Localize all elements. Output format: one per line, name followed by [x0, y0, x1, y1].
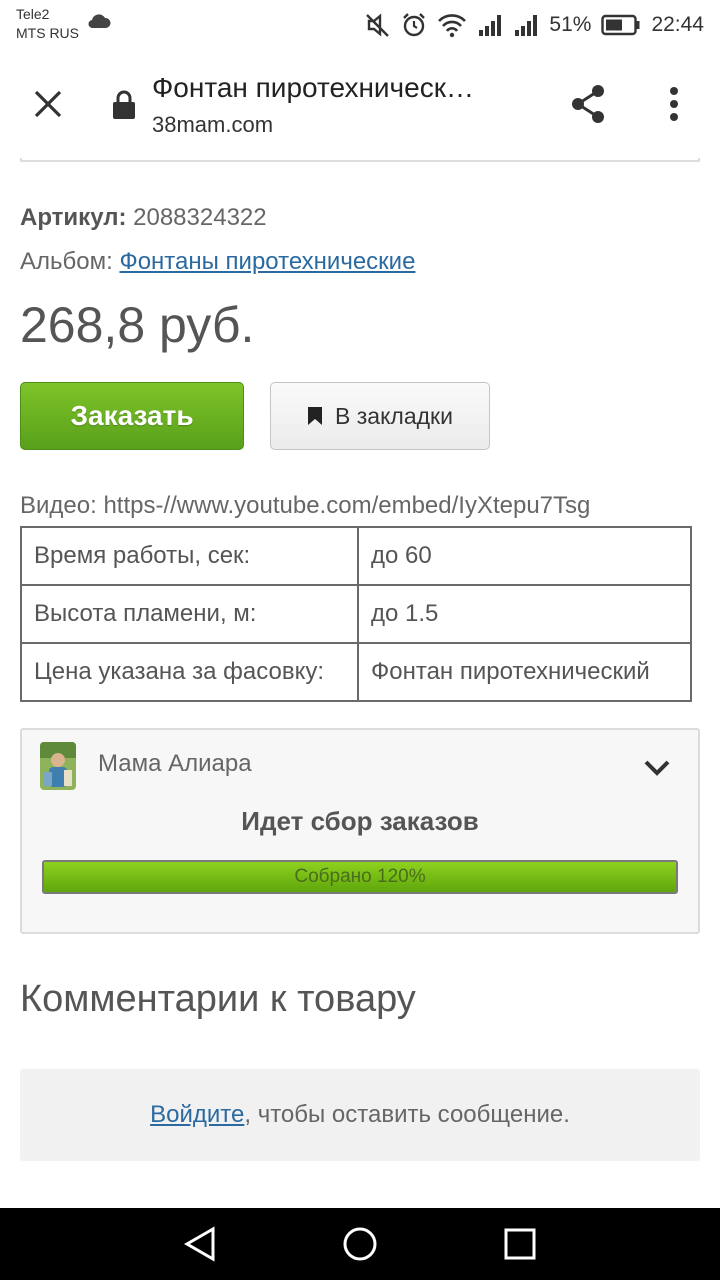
mute-icon [366, 13, 390, 37]
property-key: Время работы, сек: [20, 526, 359, 586]
carrier-info: Tele2 MTS RUS [16, 5, 79, 43]
browser-toolbar: Фонтан пиротехническ… 38mam.com [0, 50, 720, 158]
nav-back-button[interactable] [178, 1222, 222, 1266]
bookmark-button-label: В закладки [335, 402, 453, 429]
page-domain: 38mam.com [152, 112, 274, 137]
page-title: Фонтан пиротехническ… [152, 72, 474, 103]
share-button[interactable] [566, 80, 610, 128]
more-vertical-icon [670, 87, 678, 121]
video-link-text: Видео: https-//www.youtube.com/embed/IyX… [20, 492, 591, 519]
product-price: 268,8 руб. [20, 297, 255, 353]
progress-label: Собрано 120% [294, 866, 426, 887]
property-value: Фонтан пиротехнический [357, 642, 692, 702]
seller-name[interactable]: Мама Алиара [98, 750, 252, 778]
carrier-secondary: MTS RUS [16, 25, 79, 41]
properties-table: Время работы, сек: до 60 Высота пламени,… [20, 526, 692, 702]
property-key: Цена указана за фасовку: [20, 642, 359, 702]
collection-status: Идет сбор заказов [241, 806, 479, 836]
alarm-icon [403, 13, 426, 37]
album-link[interactable]: Фонтаны пиротехнические [119, 248, 415, 275]
bookmark-icon [308, 407, 323, 425]
login-link[interactable]: Войдите [150, 1101, 244, 1129]
previous-block-edge [20, 158, 700, 162]
table-row: Время работы, сек: до 60 [20, 526, 692, 586]
signal-icon-2 [515, 15, 538, 36]
recents-square-icon [504, 1228, 536, 1260]
system-nav-bar [0, 1208, 720, 1280]
status-bar: Tele2 MTS RUS 51% 22:44 [0, 0, 720, 50]
chevron-down-icon[interactable] [642, 756, 672, 780]
battery-icon [601, 14, 640, 36]
share-icon [572, 85, 604, 123]
collection-progress-bar: Собрано 120% [42, 860, 678, 894]
cloud-icon [88, 14, 111, 28]
table-row: Высота пламени, м: до 1.5 [20, 584, 692, 644]
login-prompt-text: , чтобы оставить сообщение. [244, 1101, 570, 1128]
seller-card: Мама Алиара Идет сбор заказов Собрано 12… [20, 728, 700, 934]
article-line: Артикул: 2088324322 [20, 204, 267, 232]
wifi-icon [438, 14, 467, 38]
page-content[interactable]: Артикул: 2088324322 Альбом: Фонтаны пиро… [0, 158, 720, 1208]
clock: 22:44 [651, 13, 704, 36]
carrier-primary: Tele2 [16, 6, 50, 22]
comments-heading: Комментарии к товару [20, 978, 416, 1020]
back-triangle-icon [183, 1226, 215, 1262]
article-label: Артикул: [20, 204, 127, 231]
close-icon [34, 90, 62, 118]
property-key: Высота пламени, м: [20, 584, 359, 644]
table-row: Цена указана за фасовку: Фонтан пиротехн… [20, 642, 692, 702]
bookmark-button[interactable]: В закладки [270, 382, 490, 450]
article-value: 2088324322 [133, 204, 267, 231]
album-line: Альбом: Фонтаны пиротехнические [20, 248, 415, 276]
property-value: до 60 [357, 526, 692, 586]
status-icons: 51% 22:44 [365, 8, 704, 42]
lock-icon [113, 90, 135, 119]
nav-home-button[interactable] [338, 1222, 382, 1266]
avatar[interactable] [40, 742, 76, 790]
property-value: до 1.5 [357, 584, 692, 644]
login-prompt: Войдите, чтобы оставить сообщение. [20, 1069, 700, 1161]
order-button-label: Заказать [70, 400, 194, 431]
nav-recents-button[interactable] [498, 1222, 542, 1266]
order-button[interactable]: Заказать [20, 382, 244, 450]
battery-percent: 51% [549, 13, 592, 36]
signal-icon-1 [479, 15, 502, 36]
album-label: Альбом: [20, 248, 113, 275]
overflow-menu-button[interactable] [654, 80, 694, 128]
home-circle-icon [343, 1227, 377, 1261]
close-button[interactable] [26, 82, 70, 126]
